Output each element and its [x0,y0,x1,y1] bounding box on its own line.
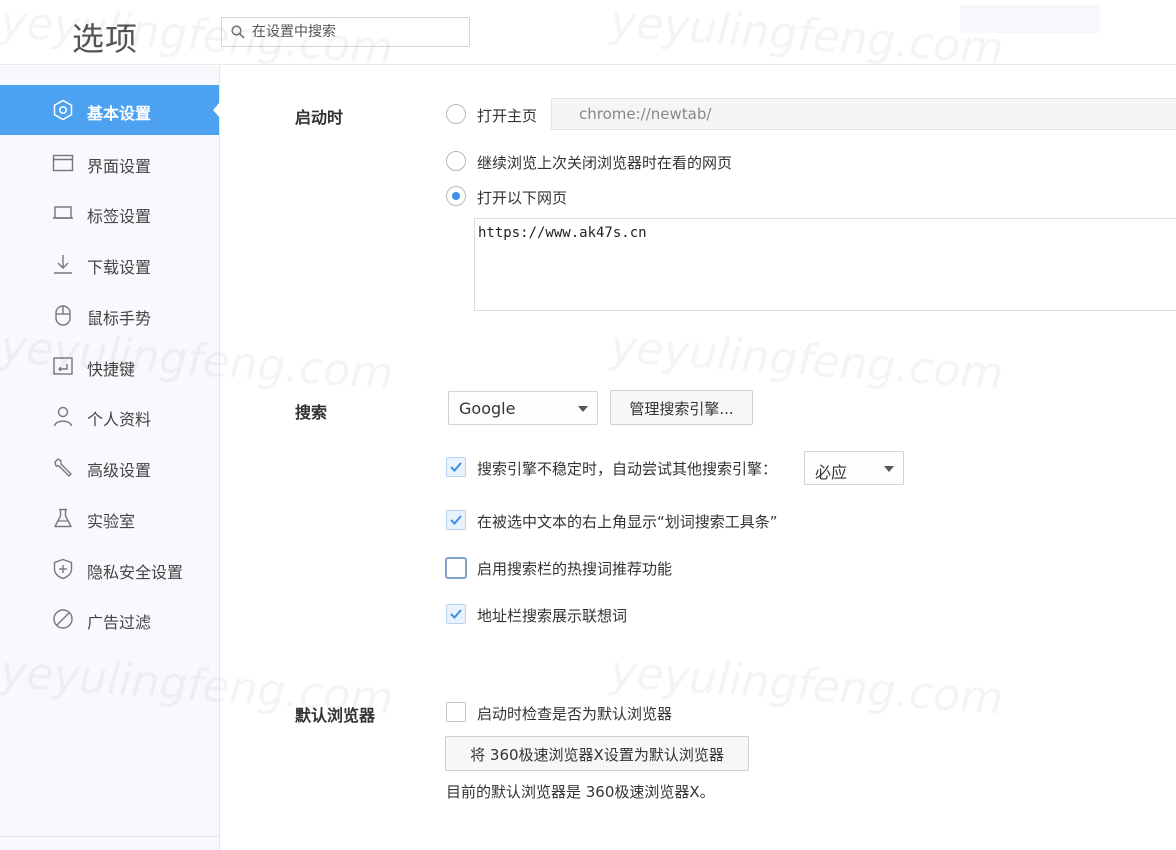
radio-open-home[interactable] [446,104,466,124]
sidebar-item-label: 实验室 [87,512,136,531]
download-icon [54,255,72,274]
sidebar-item-label: 界面设置 [87,157,152,176]
sidebar-item-mouse-gesture[interactable]: 鼠标手势 [0,290,219,340]
search-engine-select[interactable]: Google [448,391,598,425]
gear-icon [53,99,73,121]
hotwords-checkbox[interactable] [445,557,467,579]
checkmark-icon [450,515,462,525]
header-ghost-box [960,5,1100,33]
check-default-checkbox[interactable] [446,702,466,722]
checkmark-icon [450,462,462,472]
sidebar-divider [0,836,219,837]
page-title: 选项 [72,20,139,58]
startup-section-title: 启动时 [295,108,344,127]
sidebar-item-privacy[interactable]: 隐私安全设置 [0,544,219,594]
flask-icon [54,508,72,528]
search-section-title: 搜索 [295,403,328,422]
sidebar: 基本设置 界面设置 标签设置 下载设置 鼠标手势 快捷键 个人资料 高级设置 实… [0,66,220,850]
check-default-label: 启动时检查是否为默认浏览器 [477,705,673,723]
radio-continue-session[interactable] [446,151,466,171]
shield-icon [53,558,73,580]
hotwords-label: 启用搜索栏的热搜词推荐功能 [477,560,673,578]
header: 选项 [0,0,1176,65]
search-input[interactable] [252,21,462,43]
startup-pages-textarea[interactable]: https://www.ak47s.cn [474,218,1176,311]
sidebar-item-label: 广告过滤 [87,613,152,632]
sidebar-item-advanced[interactable]: 高级设置 [0,442,219,492]
window-icon [52,154,74,172]
sidebar-item-download[interactable]: 下载设置 [0,239,219,289]
keyboard-icon [53,357,73,375]
block-icon [53,609,73,629]
default-browser-section-title: 默认浏览器 [295,706,376,725]
mouse-icon [55,305,71,326]
fallback-engine-label: 搜索引擎不稳定时，自动尝试其他搜索引擎： [477,460,778,478]
set-default-browser-button[interactable]: 将 360极速浏览器X设置为默认浏览器 [445,736,749,771]
selection-toolbar-label: 在被选中文本的右上角显示“划词搜索工具条” [477,513,778,531]
sidebar-item-tabs[interactable]: 标签设置 [0,188,219,238]
sidebar-item-shortcuts[interactable]: 快捷键 [0,341,219,391]
sidebar-item-label: 个人资料 [87,410,152,429]
checkmark-icon [450,609,462,619]
manage-search-engines-button[interactable]: 管理搜索引擎... [610,390,753,425]
sidebar-item-lab[interactable]: 实验室 [0,493,219,543]
home-url-field[interactable]: chrome://newtab/ [551,98,1176,130]
sidebar-item-label: 高级设置 [87,461,152,480]
sidebar-item-basic[interactable]: 基本设置 [0,85,220,135]
fallback-engine-select[interactable]: 必应 [804,451,904,485]
sidebar-item-profile[interactable]: 个人资料 [0,391,219,441]
radio-continue-session-label: 继续浏览上次关闭浏览器时在看的网页 [477,154,733,172]
search-icon [231,25,245,39]
radio-open-pages-label: 打开以下网页 [477,189,568,207]
watermark: yeyulingfeng.com [609,321,1005,399]
default-browser-status: 目前的默认浏览器是 360极速浏览器X。 [446,783,715,801]
sidebar-item-label: 鼠标手势 [87,309,152,328]
sidebar-item-adblock[interactable]: 广告过滤 [0,594,219,644]
fallback-engine-checkbox[interactable] [446,457,466,477]
tab-icon [53,206,73,219]
sidebar-item-interface[interactable]: 界面设置 [0,138,219,188]
fallback-engine-value: 必应 [815,463,848,482]
selection-toolbar-checkbox[interactable] [446,510,466,530]
user-icon [53,406,73,427]
address-suggest-checkbox[interactable] [446,604,466,624]
radio-open-pages[interactable] [446,186,466,206]
radio-open-home-label: 打开主页 [477,107,538,125]
search-engine-value: Google [459,399,516,418]
wrench-icon [54,458,72,477]
search-box[interactable] [221,17,470,47]
chevron-down-icon [884,466,894,472]
sidebar-item-label: 标签设置 [87,207,152,226]
sidebar-item-label: 隐私安全设置 [87,563,184,582]
sidebar-item-label: 基本设置 [87,104,152,123]
chevron-down-icon [578,406,588,412]
sidebar-item-label: 快捷键 [87,360,136,379]
sidebar-item-label: 下载设置 [87,258,152,277]
address-suggest-label: 地址栏搜索展示联想词 [477,607,628,625]
